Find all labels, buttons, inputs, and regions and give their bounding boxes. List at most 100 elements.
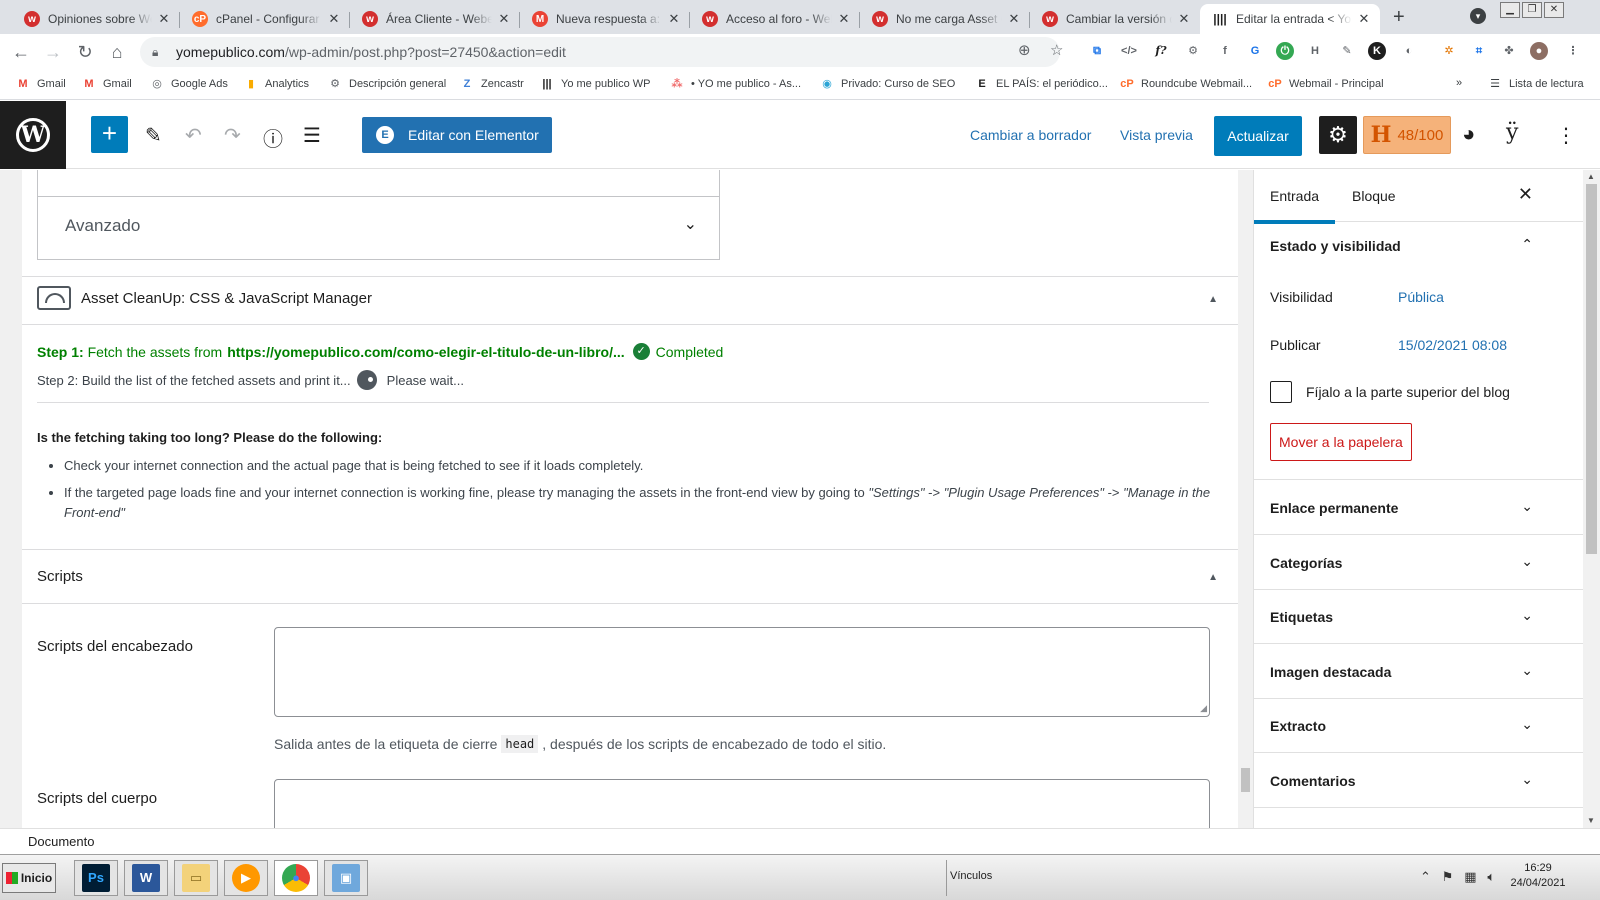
extension-font-icon[interactable]: f?: [1152, 42, 1170, 60]
taskbar-chrome[interactable]: ●: [274, 860, 318, 896]
edit-tools-icon[interactable]: ✎: [145, 123, 162, 148]
caret-up-icon[interactable]: ▲: [1208, 294, 1218, 305]
chevron-down-icon[interactable]: ⌄: [1521, 498, 1533, 515]
asset-cleanup-title[interactable]: Asset CleanUp: CSS & JavaScript Manager: [37, 286, 372, 310]
extension-gear-icon[interactable]: ⚙: [1184, 42, 1202, 60]
edit-with-elementor-button[interactable]: E Editar con Elementor: [362, 117, 552, 153]
sidebar-panel-2[interactable]: Etiquetas: [1270, 609, 1333, 625]
breadcrumb-document[interactable]: Documento: [28, 834, 94, 849]
bookmark-item[interactable]: ▮ Analytics: [244, 77, 309, 91]
bookmark-item[interactable]: cP Webmail - Principal: [1268, 77, 1383, 91]
scroll-up-icon[interactable]: ▲: [1587, 172, 1595, 181]
browser-tab[interactable]: cPcPanel - Configurar PHP✕: [180, 4, 350, 34]
bookmark-star-icon[interactable]: ☆: [1050, 41, 1063, 59]
browser-tab[interactable]: wÁrea Cliente - Webempresa✕: [350, 4, 520, 34]
extension-grid-icon[interactable]: ⌗: [1470, 42, 1488, 60]
tab-post[interactable]: Entrada: [1254, 188, 1336, 224]
chevron-down-icon[interactable]: ⌄: [1521, 771, 1533, 788]
extension-k-icon[interactable]: K: [1368, 42, 1386, 60]
sticky-checkbox[interactable]: [1270, 381, 1292, 403]
tab-close-icon[interactable]: ✕: [326, 11, 342, 27]
extension-h-icon[interactable]: H: [1306, 42, 1324, 60]
taskbar-clock[interactable]: 16:29 24/04/2021: [1508, 861, 1568, 891]
scripts-section-title[interactable]: Scripts: [37, 568, 83, 585]
move-to-trash-button[interactable]: Mover a la papelera: [1270, 423, 1412, 461]
bookmark-item[interactable]: cP Roundcube Webmail...: [1120, 77, 1252, 91]
publish-date-value[interactable]: 15/02/2021 08:08: [1398, 337, 1507, 353]
status-visibility-title[interactable]: Estado y visibilidad: [1270, 238, 1401, 254]
sidebar-panel-5[interactable]: Comentarios: [1270, 773, 1356, 789]
info-icon[interactable]: ⓘ: [263, 123, 283, 152]
extensions-puzzle-icon[interactable]: ✤: [1500, 42, 1518, 60]
reading-list-button[interactable]: ☰ Lista de lectura: [1488, 77, 1584, 91]
visibility-value[interactable]: Pública: [1398, 289, 1444, 305]
browser-tab[interactable]: wNo me carga Asset CleanUp✕: [860, 4, 1030, 34]
body-scripts-textarea[interactable]: [274, 779, 1210, 828]
new-tab-button[interactable]: +: [1393, 6, 1405, 29]
taskbar-photo-viewer[interactable]: ▣: [324, 860, 368, 896]
taskbar-word[interactable]: W: [124, 860, 168, 896]
restore-icon[interactable]: ❐: [1522, 2, 1542, 18]
sidebar-panel-3[interactable]: Imagen destacada: [1270, 664, 1391, 680]
update-button[interactable]: Actualizar: [1214, 116, 1302, 156]
window-close-icon[interactable]: ✕: [1544, 2, 1564, 18]
tab-close-icon[interactable]: ✕: [836, 11, 852, 27]
bookmark-item[interactable]: M Gmail: [16, 77, 65, 91]
browser-tab[interactable]: wCambiar la versión de PHP✕: [1030, 4, 1200, 34]
caret-up-icon[interactable]: ▲: [1208, 572, 1218, 583]
tab-close-icon[interactable]: ✕: [156, 11, 172, 27]
extension-facebook-icon[interactable]: f: [1216, 42, 1234, 60]
taskbar-photoshop[interactable]: Ps: [74, 860, 118, 896]
network-icon[interactable]: ▦: [1464, 869, 1476, 884]
minimize-icon[interactable]: ▁: [1500, 2, 1520, 18]
extension-google-translate-icon[interactable]: G: [1246, 42, 1264, 60]
switch-to-draft-link[interactable]: Cambiar a borrador: [970, 127, 1091, 143]
sidebar-panel-4[interactable]: Extracto: [1270, 718, 1326, 734]
tab-close-icon[interactable]: ✕: [666, 11, 682, 27]
grammarly-icon[interactable]: ◕: [1462, 121, 1475, 147]
zoom-icon[interactable]: ⊕: [1018, 41, 1031, 59]
bookmark-item[interactable]: ⚙ Descripción general: [328, 77, 446, 91]
extension-code-icon[interactable]: </>: [1120, 42, 1138, 60]
action-center-flag-icon[interactable]: ⚑: [1442, 869, 1454, 884]
extension-seo-icon[interactable]: ✲: [1440, 42, 1458, 60]
bookmark-item[interactable]: ◉ Privado: Curso de SEO: [820, 77, 955, 91]
scroll-down-icon[interactable]: ▼: [1587, 816, 1595, 825]
browser-tab[interactable]: wOpiniones sobre Webempresa✕: [12, 4, 180, 34]
reload-icon[interactable]: ↻: [74, 41, 96, 63]
bookmark-item[interactable]: ||| Yo me publico WP: [540, 77, 650, 91]
advanced-panel[interactable]: Avanzado ⌄: [37, 170, 720, 260]
preview-link[interactable]: Vista previa: [1120, 127, 1193, 143]
chevron-down-icon[interactable]: ⌄: [684, 214, 697, 234]
options-menu-icon[interactable]: ⋮: [1556, 123, 1576, 148]
yoast-icon[interactable]: ÿ: [1506, 120, 1518, 145]
bookmark-item[interactable]: Z Zencastr: [460, 77, 524, 91]
undo-icon[interactable]: ↶: [185, 123, 202, 148]
wordpress-logo-button[interactable]: W: [0, 101, 66, 169]
bookmarks-more-button[interactable]: »: [1456, 77, 1462, 89]
redo-icon[interactable]: ↷: [224, 123, 241, 148]
sidebar-scrollbar[interactable]: ▲ ▼: [1583, 170, 1600, 828]
taskbar-media[interactable]: ▶: [224, 860, 268, 896]
browser-menu-icon[interactable]: ⋮: [1564, 42, 1582, 60]
tab-close-icon[interactable]: ✕: [1356, 11, 1372, 27]
chevron-down-icon[interactable]: ⌄: [1521, 716, 1533, 733]
bookmark-item[interactable]: ◎ Google Ads: [150, 77, 228, 91]
home-icon[interactable]: ⌂: [106, 41, 128, 63]
profile-avatar[interactable]: ●: [1530, 42, 1548, 60]
bookmark-item[interactable]: ⁂ • YO me publico - As...: [670, 77, 801, 91]
seo-score-badge[interactable]: H 48/100: [1363, 116, 1451, 154]
links-toolbar[interactable]: Vínculos: [950, 870, 992, 882]
content-scrollbar[interactable]: [1238, 170, 1253, 828]
chevron-up-icon[interactable]: ⌃: [1521, 236, 1533, 253]
tray-expand-icon[interactable]: ⌃: [1420, 869, 1431, 884]
browser-tab[interactable]: ||||Editar la entrada < Yo me publico✕: [1200, 4, 1380, 34]
back-icon[interactable]: ←: [10, 41, 32, 63]
chevron-down-icon[interactable]: ⌄: [1521, 553, 1533, 570]
tab-close-icon[interactable]: ✕: [496, 11, 512, 27]
tab-close-icon[interactable]: ✕: [1176, 11, 1192, 27]
bookmark-item[interactable]: M Gmail: [82, 77, 131, 91]
close-icon[interactable]: ✕: [1518, 184, 1533, 205]
resize-grip-icon[interactable]: ◢: [1200, 703, 1207, 714]
tab-close-icon[interactable]: ✕: [1006, 11, 1022, 27]
